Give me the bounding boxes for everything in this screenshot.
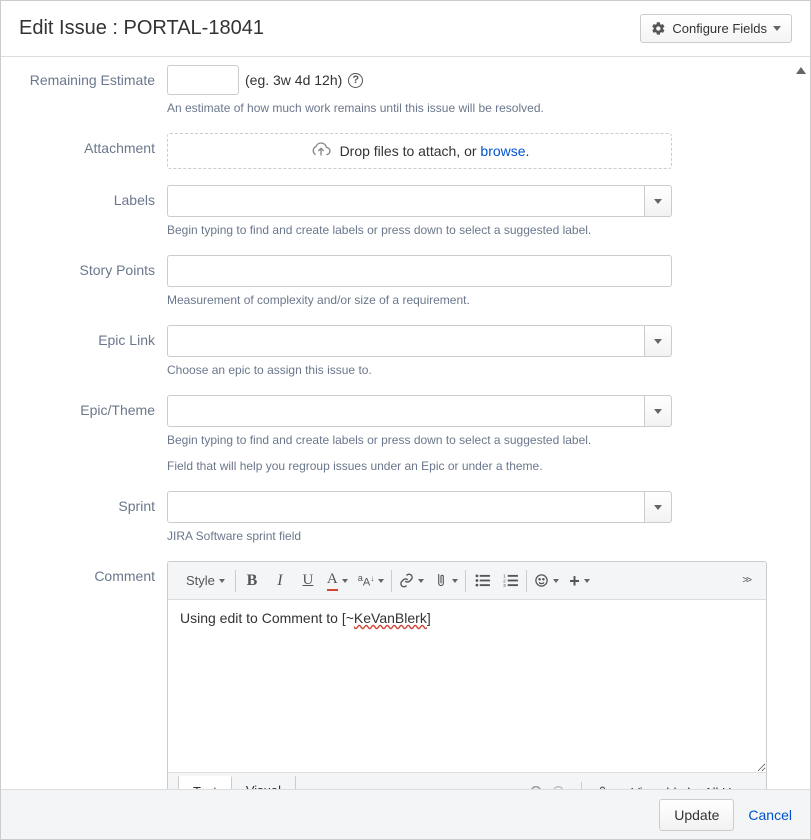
labels-input[interactable] (167, 185, 644, 217)
labels-desc: Begin typing to find and create labels o… (167, 223, 672, 237)
sprint-desc: JIRA Software sprint field (167, 529, 672, 543)
help-icon[interactable]: ? (348, 73, 363, 88)
tab-visual[interactable]: Visual (232, 776, 296, 789)
remaining-estimate-label: Remaining Estimate (11, 65, 167, 88)
toolbar-italic-button[interactable]: I (266, 567, 294, 595)
chevron-down-icon (654, 199, 662, 204)
epic-theme-desc1: Begin typing to find and create labels o… (167, 433, 672, 447)
chevron-down-icon (584, 579, 590, 583)
chevron-down-icon (418, 579, 424, 583)
remaining-estimate-desc: An estimate of how much work remains unt… (167, 101, 672, 115)
toolbar-bullet-list-button[interactable] (468, 567, 496, 595)
labels-dropdown-button[interactable] (644, 185, 672, 217)
attachment-text: Drop files to attach, or (340, 143, 481, 159)
gear-icon (651, 21, 666, 36)
unlock-icon (596, 785, 609, 789)
toolbar-style-button[interactable]: Style (174, 567, 233, 595)
configure-fields-button[interactable]: Configure Fields (640, 14, 792, 43)
viewable-by-button[interactable]: Viewable by All Users (596, 785, 756, 789)
chevron-down-icon (654, 409, 662, 414)
epic-link-desc: Choose an epic to assign this issue to. (167, 363, 672, 377)
toolbar-insert-more-button[interactable]: + (564, 567, 595, 595)
cloud-upload-icon (310, 142, 332, 160)
toolbar-underline-button[interactable]: U (294, 567, 322, 595)
remaining-estimate-example: (eg. 3w 4d 12h) (245, 72, 342, 88)
editor-toolbar: Style B I U A aA↓ (168, 562, 766, 600)
sprint-dropdown-button[interactable] (644, 491, 672, 523)
epic-theme-label: Epic/Theme (11, 395, 167, 418)
comment-label: Comment (11, 561, 167, 584)
epic-theme-desc2: Field that will help you regroup issues … (167, 459, 672, 473)
redo-button[interactable]: ↷ (552, 782, 567, 789)
attachment-label: Attachment (11, 133, 167, 156)
tab-text[interactable]: Text (178, 776, 232, 789)
toolbar-textcolor-button[interactable]: A (322, 567, 353, 595)
story-points-desc: Measurement of complexity and/or size of… (167, 293, 672, 307)
epic-link-label: Epic Link (11, 325, 167, 348)
attachment-dropzone[interactable]: Drop files to attach, or browse. (167, 133, 672, 169)
dialog-header: Edit Issue : PORTAL-18041 Configure Fiel… (1, 1, 810, 57)
scroll-up-indicator[interactable] (796, 67, 806, 74)
toolbar-numbered-list-button[interactable]: 123 (496, 567, 524, 595)
epic-theme-input[interactable] (167, 395, 644, 427)
chevron-down-icon (452, 579, 458, 583)
comment-editor: Style B I U A aA↓ (167, 561, 767, 789)
update-button[interactable]: Update (659, 799, 734, 831)
story-points-input[interactable] (167, 255, 672, 287)
toolbar-more-formatting-button[interactable]: aA↓ (353, 567, 389, 595)
edit-issue-dialog: Edit Issue : PORTAL-18041 Configure Fiel… (0, 0, 811, 840)
chevron-down-icon (553, 579, 559, 583)
chevron-down-icon (342, 579, 348, 583)
chevron-down-icon (378, 579, 384, 583)
chevron-down-icon (654, 505, 662, 510)
story-points-label: Story Points (11, 255, 167, 278)
cancel-button[interactable]: Cancel (748, 807, 792, 823)
comment-textarea[interactable]: Using edit to Comment to [~KeVanBlerk] (168, 600, 766, 772)
epic-link-dropdown-button[interactable] (644, 325, 672, 357)
labels-label: Labels (11, 185, 167, 208)
toolbar-expand-button[interactable]: >> (732, 575, 760, 586)
toolbar-link-button[interactable] (394, 567, 429, 595)
epic-theme-dropdown-button[interactable] (644, 395, 672, 427)
attachment-browse-link[interactable]: browse (480, 143, 525, 159)
chevron-down-icon (219, 579, 225, 583)
dialog-footer: Update Cancel (1, 789, 810, 839)
toolbar-emoji-button[interactable] (529, 567, 564, 595)
sprint-label: Sprint (11, 491, 167, 514)
chevron-down-icon (654, 339, 662, 344)
svg-text:3: 3 (503, 583, 506, 587)
remaining-estimate-input[interactable] (167, 65, 239, 95)
editor-footer: Text Visual ↶ ↷ (168, 772, 766, 789)
epic-link-input[interactable] (167, 325, 644, 357)
sprint-input[interactable] (167, 491, 644, 523)
toolbar-bold-button[interactable]: B (238, 567, 266, 595)
dialog-title: Edit Issue : PORTAL-18041 (19, 17, 264, 40)
configure-fields-label: Configure Fields (672, 21, 767, 36)
undo-button[interactable]: ↶ (527, 782, 542, 789)
toolbar-attachment-button[interactable] (429, 567, 463, 595)
dialog-body[interactable]: Remaining Estimate (eg. 3w 4d 12h) ? An … (1, 57, 810, 789)
chevron-down-icon (773, 26, 781, 31)
